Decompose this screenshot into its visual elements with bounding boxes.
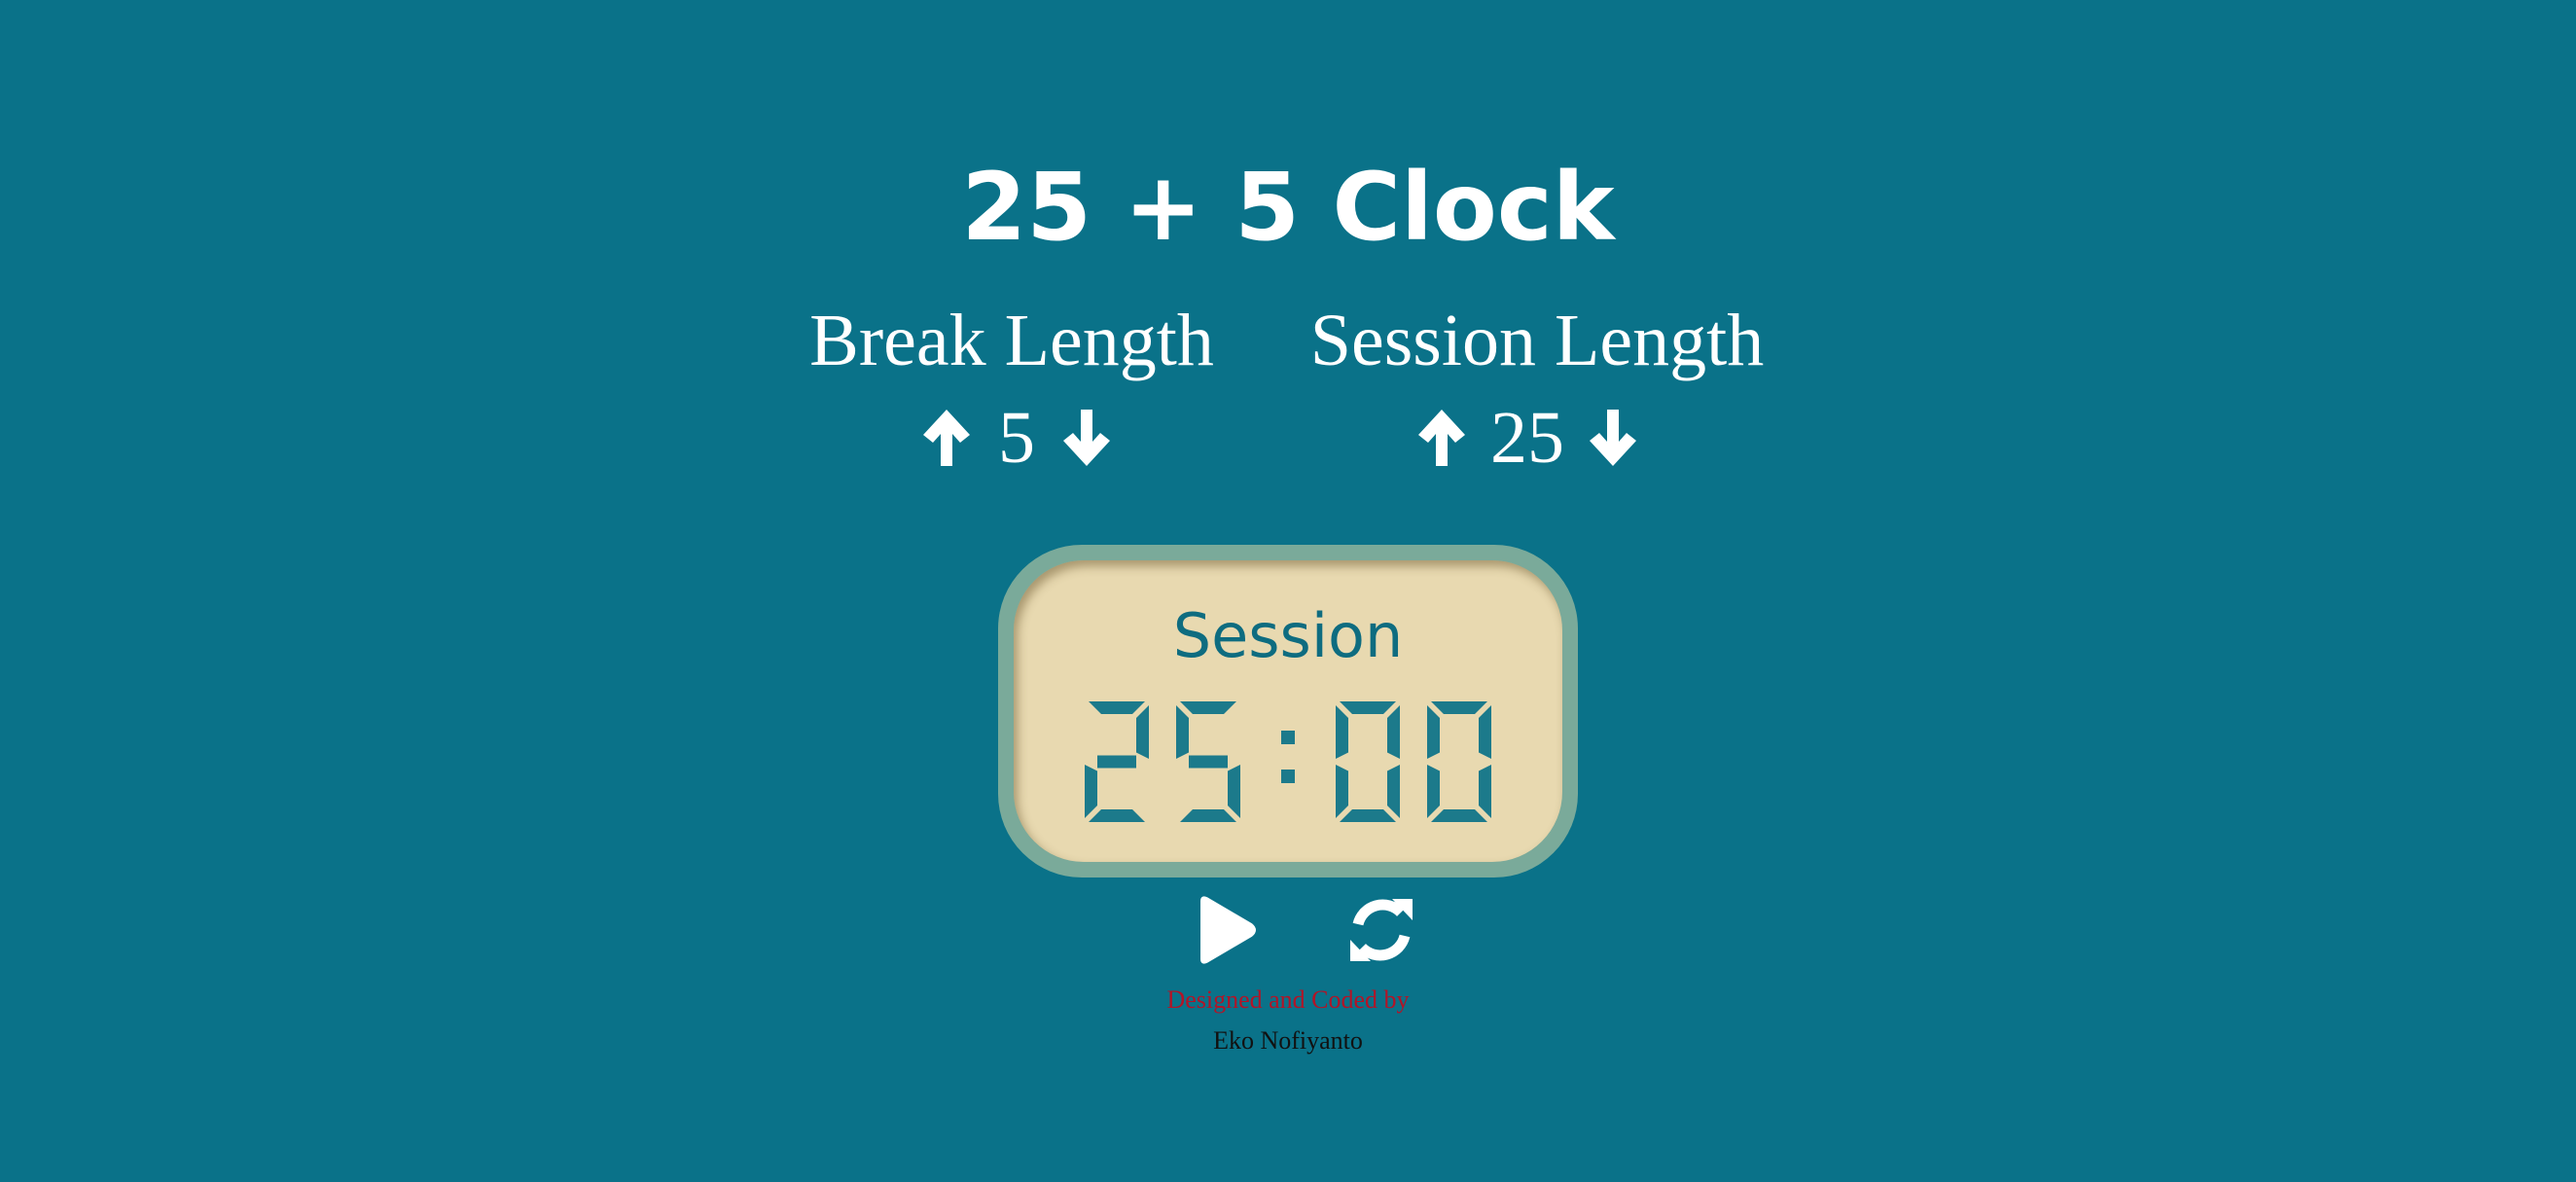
timer-face: Session (1014, 560, 1562, 862)
break-increment-button[interactable] (919, 406, 974, 470)
time-colon-dot (1281, 770, 1295, 783)
timer-display: Session (998, 545, 1578, 878)
session-length-controls: 25 (1381, 399, 1673, 477)
session-decrement-button[interactable] (1586, 406, 1640, 470)
digit-segment (1427, 765, 1440, 818)
reset-button[interactable] (1342, 893, 1420, 967)
digit-segment (1340, 809, 1396, 822)
digit-segment (1085, 765, 1097, 818)
digit-segment (1189, 755, 1228, 769)
time-colon-dot (1281, 731, 1295, 744)
digit-segment (1228, 765, 1240, 818)
arrow-down-icon (1590, 410, 1636, 466)
digit-segment (1180, 809, 1236, 822)
session-increment-button[interactable] (1414, 406, 1469, 470)
time-digit (1176, 701, 1240, 822)
session-length-value: 25 (1490, 397, 1564, 479)
time-digit (1336, 701, 1400, 822)
digit-segment (1431, 809, 1487, 822)
digit-segment (1479, 705, 1491, 759)
break-length-controls: 5 (876, 399, 1158, 477)
start-stop-button[interactable] (1187, 893, 1265, 967)
digit-segment (1387, 765, 1400, 818)
arrow-down-icon (1063, 410, 1110, 466)
digit-segment (1336, 705, 1348, 759)
play-icon (1200, 896, 1256, 964)
time-digit (1085, 701, 1149, 822)
digit-segment (1089, 701, 1145, 714)
arrow-up-icon (923, 410, 970, 466)
digit-segment (1340, 701, 1396, 714)
digit-segment (1089, 809, 1145, 822)
digit-segment (1336, 765, 1348, 818)
digit-segment (1097, 755, 1136, 769)
timer-controls (1167, 893, 1440, 967)
digit-segment (1176, 705, 1189, 759)
digit-segment (1431, 701, 1487, 714)
arrow-up-icon (1418, 410, 1465, 466)
time-digit (1427, 701, 1491, 822)
digit-segment (1427, 705, 1440, 759)
digit-segment (1479, 765, 1491, 818)
time-left-digits (1085, 701, 1491, 822)
credit-author: Eko Nofiyanto (1213, 1026, 1363, 1055)
timer-label: Session (1172, 600, 1404, 671)
digit-segment (1180, 701, 1236, 714)
refresh-icon (1350, 899, 1413, 961)
break-length-label: Break Length (809, 300, 1214, 381)
session-length-label: Session Length (1309, 300, 1765, 381)
break-decrement-button[interactable] (1059, 406, 1114, 470)
app-title: 25 + 5 Clock (961, 153, 1615, 262)
digit-segment (1387, 705, 1400, 759)
time-left (1014, 692, 1562, 838)
break-length-value: 5 (998, 397, 1035, 479)
credit-designed-by: Designed and Coded by (1166, 985, 1410, 1014)
digit-segment (1136, 705, 1149, 759)
